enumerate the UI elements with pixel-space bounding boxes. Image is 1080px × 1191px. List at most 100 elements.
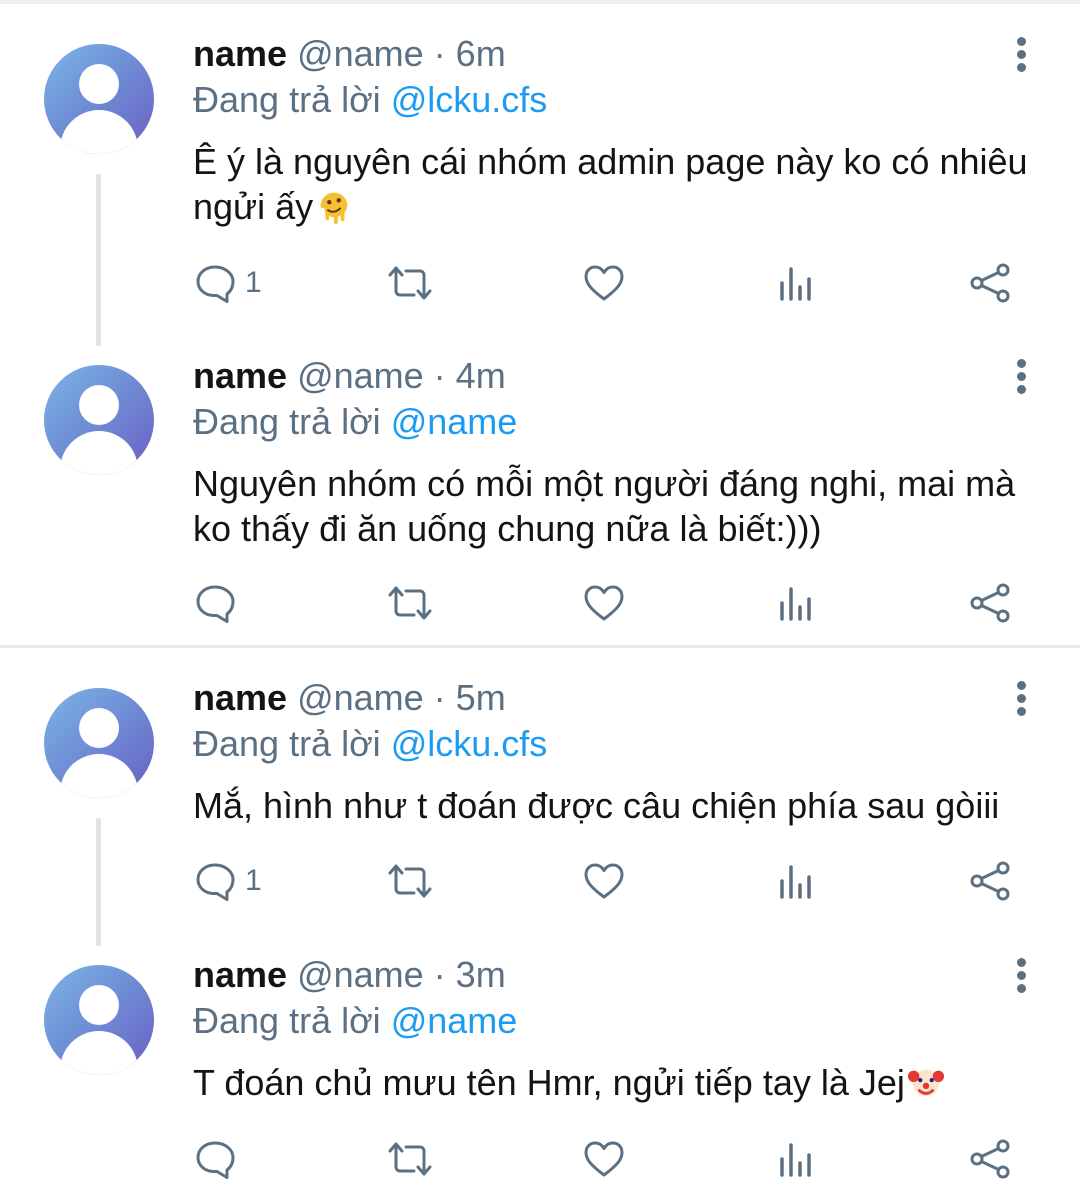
analytics-icon [780, 1143, 811, 1177]
reply-mention[interactable]: @name [391, 1000, 518, 1041]
retweet-button[interactable] [385, 1134, 435, 1184]
reply-prefix: Đang trả lời [193, 79, 391, 120]
reply-mention[interactable]: @lcku.cfs [391, 723, 548, 764]
analytics-button[interactable] [775, 1134, 815, 1184]
reply-mention[interactable]: @lcku.cfs [391, 79, 548, 120]
retweet-icon [388, 1142, 432, 1176]
share-button[interactable] [968, 1134, 1014, 1184]
tweet-header: name @name · 5m [193, 676, 506, 720]
user-handle[interactable]: @name [297, 355, 424, 396]
analytics-button[interactable] [775, 258, 815, 308]
like-icon [584, 265, 624, 301]
tweet-header: name @name · 6m [193, 32, 506, 76]
more-options-button[interactable] [1010, 678, 1034, 718]
conversation-divider [0, 645, 1080, 648]
like-button[interactable] [582, 578, 626, 628]
reply-count: 1 [245, 266, 262, 299]
reply-button[interactable]: 1 [193, 856, 262, 906]
share-icon [970, 861, 1010, 901]
timestamp[interactable]: 6m [456, 33, 506, 74]
reply-button[interactable] [193, 1134, 245, 1184]
action-bar [0, 1134, 1080, 1184]
like-button[interactable] [582, 258, 626, 308]
reply-icon [196, 863, 235, 901]
reply-prefix: Đang trả lời [193, 401, 391, 442]
avatar[interactable] [44, 44, 154, 154]
share-icon [970, 583, 1010, 623]
display-name[interactable]: name [193, 954, 287, 995]
tweet-text-content: T đoán chủ mưu tên Hmr, ngửi tiếp tay là… [193, 1062, 905, 1103]
user-handle[interactable]: @name [297, 33, 424, 74]
analytics-icon [780, 587, 811, 621]
like-icon [584, 585, 624, 621]
reply-prefix: Đang trả lời [193, 723, 391, 764]
share-button[interactable] [968, 258, 1014, 308]
tweet-text-content: Nguyên nhóm có mỗi một người đáng nghi, … [193, 463, 1016, 549]
reply-icon [196, 585, 235, 623]
timestamp[interactable]: 5m [456, 677, 506, 718]
retweet-icon [388, 864, 432, 898]
reply-icon [196, 1141, 235, 1179]
share-button[interactable] [968, 578, 1014, 628]
retweet-button[interactable] [385, 856, 435, 906]
retweet-button[interactable] [385, 258, 435, 308]
more-options-icon [1017, 359, 1026, 368]
retweet-icon [388, 266, 432, 300]
analytics-button[interactable] [775, 578, 815, 628]
action-bar [0, 578, 1080, 628]
analytics-button[interactable] [775, 856, 815, 906]
clown-face-emoji-icon [907, 1069, 944, 1097]
reply-button[interactable]: 1 [193, 258, 262, 308]
separator: · [423, 33, 456, 74]
more-options-button[interactable] [1010, 955, 1034, 995]
like-button[interactable] [582, 856, 626, 906]
user-handle[interactable]: @name [297, 954, 424, 995]
reply-button[interactable] [193, 578, 245, 628]
action-bar: 1 [0, 856, 1080, 906]
reply-prefix: Đang trả lời [193, 1000, 391, 1041]
display-name[interactable]: name [193, 33, 287, 74]
more-options-icon [1017, 681, 1026, 690]
timestamp[interactable]: 3m [456, 954, 506, 995]
display-name[interactable]: name [193, 355, 287, 396]
melting-face-emoji-icon [320, 192, 348, 225]
like-icon [584, 1141, 624, 1177]
tweet-text: Mắ, hình như t đoán được câu chiện phía … [193, 783, 1053, 828]
separator: · [423, 355, 456, 396]
reply-context: Đang trả lời @lcku.cfs [193, 722, 547, 766]
more-options-icon [1017, 958, 1026, 967]
more-options-button[interactable] [1010, 34, 1034, 74]
action-bar: 1 [0, 258, 1080, 308]
retweet-icon [388, 586, 432, 620]
avatar[interactable] [44, 688, 154, 798]
reply-context: Đang trả lời @name [193, 999, 517, 1043]
separator: · [423, 954, 456, 995]
reply-count: 1 [245, 864, 262, 897]
tweet-header: name @name · 3m [193, 953, 506, 997]
more-options-button[interactable] [1010, 356, 1034, 396]
tweet-text: Nguyên nhóm có mỗi một người đáng nghi, … [193, 461, 1053, 551]
display-name[interactable]: name [193, 677, 287, 718]
share-icon [970, 1139, 1010, 1179]
tweet-text: Ê ý là nguyên cái nhóm admin page này ko… [193, 139, 1053, 229]
tweet-header: name @name · 4m [193, 354, 506, 398]
analytics-icon [780, 865, 811, 899]
share-button[interactable] [968, 856, 1014, 906]
share-icon [970, 263, 1010, 303]
user-handle[interactable]: @name [297, 677, 424, 718]
reply-context: Đang trả lời @lcku.cfs [193, 78, 547, 122]
timestamp[interactable]: 4m [456, 355, 506, 396]
retweet-button[interactable] [385, 578, 435, 628]
separator: · [423, 677, 456, 718]
top-divider [0, 0, 1080, 4]
reply-mention[interactable]: @name [391, 401, 518, 442]
tweet-text: T đoán chủ mưu tên Hmr, ngửi tiếp tay là… [193, 1060, 1053, 1105]
reply-icon [196, 265, 235, 303]
avatar[interactable] [44, 365, 154, 475]
reply-context: Đang trả lời @name [193, 400, 517, 444]
like-button[interactable] [582, 1134, 626, 1184]
avatar[interactable] [44, 965, 154, 1075]
analytics-icon [780, 267, 811, 301]
tweet-text-content: Mắ, hình như t đoán được câu chiện phía … [193, 785, 1000, 826]
like-icon [584, 863, 624, 899]
